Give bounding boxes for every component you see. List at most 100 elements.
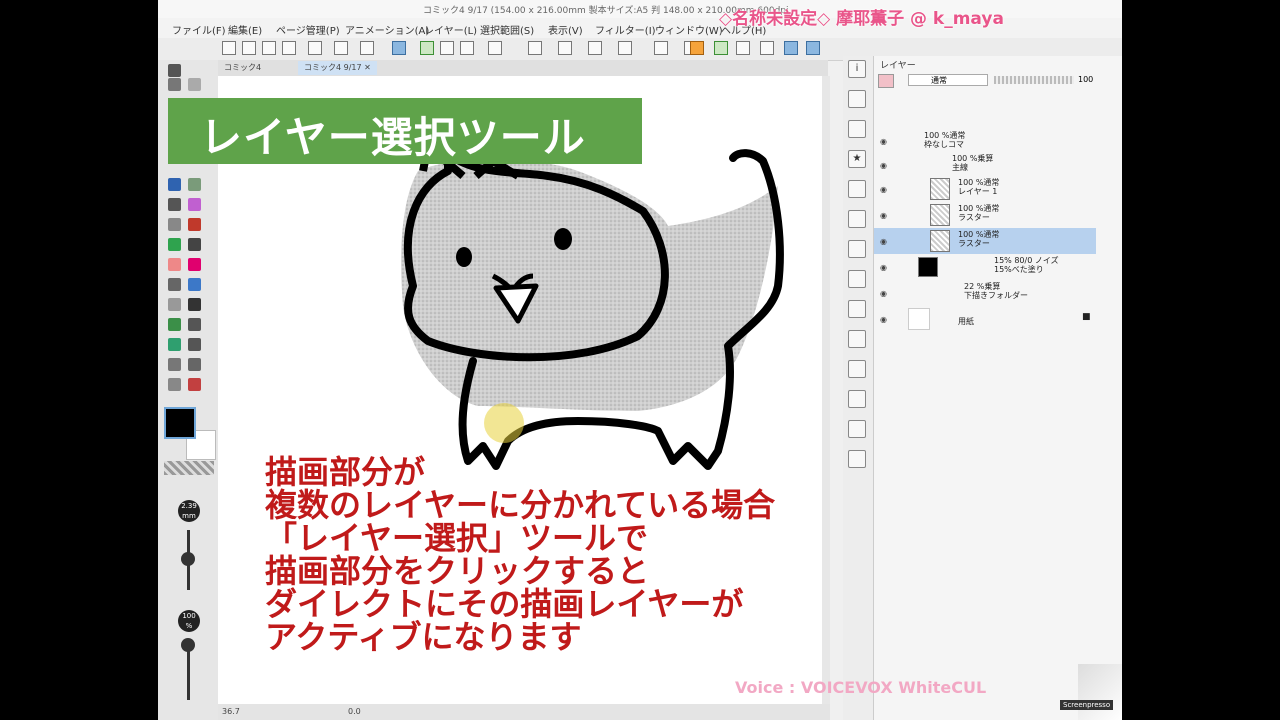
lasso-icon[interactable]	[188, 78, 201, 91]
navigator-icon[interactable]	[848, 120, 866, 138]
transform-icon[interactable]	[392, 41, 406, 55]
dot-icon[interactable]	[188, 298, 201, 311]
new-icon[interactable]	[222, 41, 236, 55]
pen-tool-icon[interactable]	[168, 64, 181, 77]
eye-icon[interactable]: ◉	[880, 263, 887, 272]
menu-animation[interactable]: アニメーション(A)	[345, 22, 429, 37]
eyedropper-icon[interactable]	[188, 178, 201, 191]
shape-icon[interactable]	[188, 218, 201, 231]
layer-row[interactable]: ◉ 100 %通常 レイヤー 1	[874, 176, 1096, 202]
layer-prop-icon[interactable]	[848, 210, 866, 228]
layer-row[interactable]: ◉ 用紙 ■	[874, 306, 1096, 332]
list-icon[interactable]	[848, 330, 866, 348]
menu-layer[interactable]: レイヤー(L)	[424, 22, 477, 37]
eye-icon[interactable]: ◉	[880, 237, 887, 246]
zoom-icon[interactable]	[168, 338, 181, 351]
pencil-icon[interactable]	[848, 450, 866, 468]
eraser-icon[interactable]	[168, 258, 181, 271]
lines-icon[interactable]	[168, 378, 181, 391]
layer-row[interactable]: ◉ 15% 80/0 ノイズ 15%べた塗り	[874, 254, 1096, 280]
check-icon[interactable]	[806, 41, 820, 55]
layer-row[interactable]: ◉ 100 %通常 枠なしコマ	[874, 128, 1096, 154]
undo-icon[interactable]	[654, 41, 668, 55]
info-icon[interactable]: i	[848, 60, 866, 78]
menu-selection[interactable]: 選択範囲(S)	[480, 22, 534, 37]
hand-icon[interactable]	[168, 78, 181, 91]
history-icon[interactable]	[848, 300, 866, 318]
ruler-tool-icon[interactable]	[188, 278, 201, 291]
brush-size-knob[interactable]	[181, 552, 195, 566]
canvas-scrollbar[interactable]	[822, 76, 830, 704]
tab-comic4-a[interactable]: コミック4	[218, 61, 267, 75]
gradient-icon[interactable]	[168, 218, 181, 231]
frame-icon[interactable]	[588, 41, 602, 55]
foreground-color-swatch[interactable]	[164, 407, 196, 439]
print-icon[interactable]	[282, 41, 296, 55]
menu-edit[interactable]: 編集(E)	[228, 22, 262, 37]
object-icon[interactable]	[168, 358, 181, 371]
orange-tool-icon[interactable]	[690, 41, 704, 55]
layer-select-tool-icon[interactable]	[168, 178, 181, 191]
menu-view[interactable]: 表示(V)	[548, 22, 583, 37]
scanner-icon[interactable]	[760, 41, 774, 55]
menu-file[interactable]: ファイル(F)	[172, 22, 226, 37]
spiral-icon[interactable]	[188, 198, 201, 211]
text-icon[interactable]	[168, 298, 181, 311]
eye-icon[interactable]: ◉	[880, 211, 887, 220]
eye-icon[interactable]: ◉	[880, 185, 887, 194]
triangle-icon[interactable]	[188, 318, 201, 331]
menu-window[interactable]: ウィンドウ(W)	[655, 22, 723, 37]
fill-icon[interactable]	[528, 41, 542, 55]
transfer-icon[interactable]	[848, 360, 866, 378]
snap-icon[interactable]	[558, 41, 572, 55]
gear-icon[interactable]	[188, 378, 201, 391]
eye-icon[interactable]: ◉	[880, 161, 887, 170]
green-tool-icon[interactable]	[714, 41, 728, 55]
star-icon[interactable]: ★	[848, 150, 866, 168]
menu-filter[interactable]: フィルター(I)	[595, 22, 656, 37]
layer-row-selected[interactable]: ◉ 100 %通常 ラスター	[874, 228, 1096, 254]
blend-mode-select[interactable]: 通常	[908, 74, 988, 86]
paste-icon[interactable]	[360, 41, 374, 55]
blend-icon[interactable]	[168, 278, 181, 291]
tab-comic4-b[interactable]: コミック4 9/17 ✕	[298, 61, 377, 75]
pen-icon[interactable]	[168, 198, 181, 211]
eye-icon[interactable]: ◉	[880, 137, 887, 146]
table-icon[interactable]	[736, 41, 750, 55]
sub-view-icon[interactable]	[848, 390, 866, 408]
copy-icon[interactable]	[334, 41, 348, 55]
eye-icon[interactable]: ◉	[880, 315, 887, 324]
layer-opacity-value[interactable]: 100	[1078, 75, 1093, 84]
layer-row[interactable]: ◉ 100 %乗算 主線	[874, 152, 1096, 178]
sub-pen-icon[interactable]	[188, 358, 201, 371]
crop-icon[interactable]	[308, 41, 322, 55]
opacity-knob[interactable]	[181, 638, 195, 652]
layer-ref-icon[interactable]	[420, 41, 434, 55]
curve-icon[interactable]	[168, 318, 181, 331]
layer-color-icon[interactable]	[878, 74, 894, 88]
menu-page[interactable]: ページ管理(P)	[276, 22, 340, 37]
brush-icon[interactable]	[188, 238, 201, 251]
transparent-color-swatch[interactable]	[164, 461, 214, 475]
layer-panel-tab[interactable]: レイヤー	[880, 58, 916, 71]
eye-icon[interactable]: ◉	[880, 289, 887, 298]
zoom-value[interactable]: 36.7	[222, 707, 240, 716]
fill-tool-icon[interactable]	[168, 238, 181, 251]
ruler-icon[interactable]	[460, 41, 474, 55]
save-icon[interactable]	[242, 41, 256, 55]
grid-icon[interactable]	[488, 41, 502, 55]
layer-row[interactable]: ◉ 100 %通常 ラスター	[874, 202, 1096, 228]
selection-icon[interactable]	[440, 41, 454, 55]
pen-icon[interactable]	[784, 41, 798, 55]
adjust-icon[interactable]	[848, 420, 866, 438]
material-icon[interactable]	[848, 180, 866, 198]
save-panel-icon[interactable]	[848, 90, 866, 108]
layer-row[interactable]: ◉ 22 %乗算 下描きフォルダー	[874, 280, 1096, 306]
move-icon[interactable]	[188, 338, 201, 351]
angle-value[interactable]: 0.0	[348, 707, 361, 716]
color-icon[interactable]	[188, 258, 201, 271]
open-icon[interactable]	[262, 41, 276, 55]
opacity-bar[interactable]	[994, 76, 1074, 84]
lock-icon[interactable]: ■	[1082, 312, 1091, 322]
align-icon[interactable]	[618, 41, 632, 55]
